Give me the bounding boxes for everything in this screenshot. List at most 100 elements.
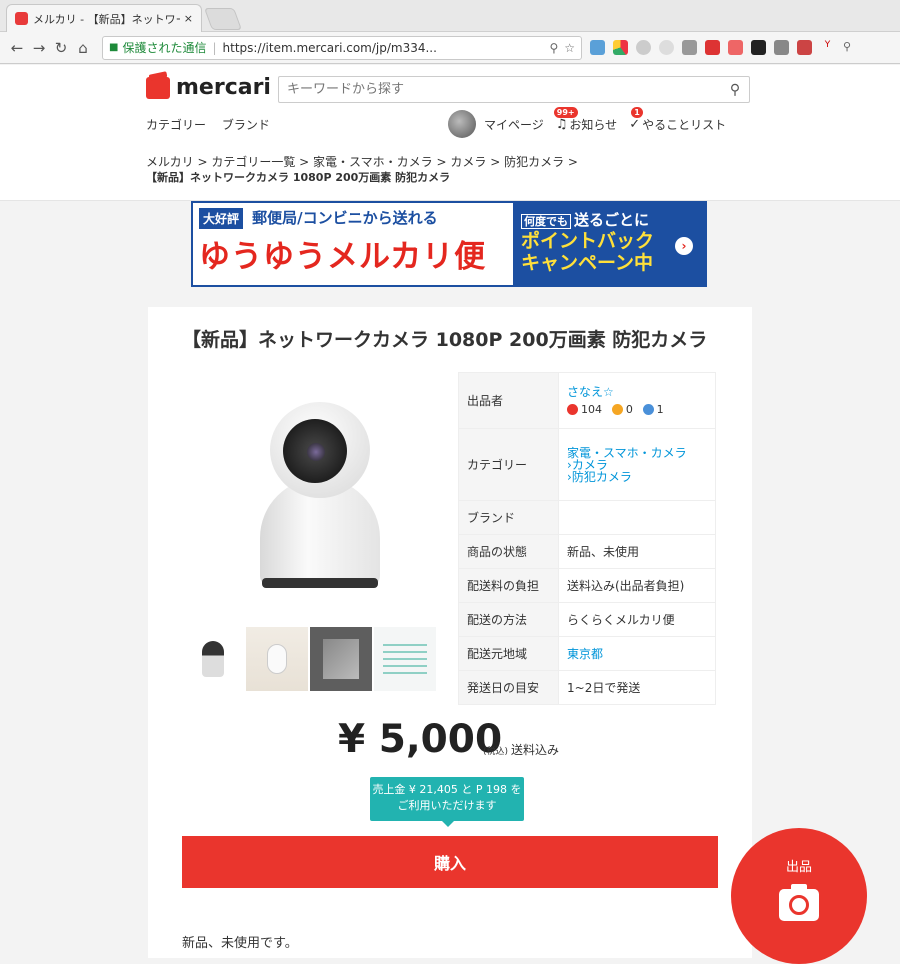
normal-rating-icon bbox=[611, 404, 623, 415]
camera-image bbox=[260, 402, 380, 592]
tax-note: (税込) 送料込み bbox=[483, 741, 559, 758]
banner-tag: 大好評 bbox=[199, 208, 244, 229]
camera-icon bbox=[779, 884, 819, 921]
extension-icon[interactable] bbox=[751, 40, 766, 55]
reload-icon[interactable]: ↻ bbox=[50, 39, 72, 57]
item-title: 【新品】ネットワークカメラ 1080P 200万画素 防犯カメラ bbox=[182, 329, 708, 351]
banner-left: 大好評 郵便局/コンビニから送れる ゆうゆうメルカリ便 bbox=[193, 203, 513, 285]
browser-tab[interactable]: メルカリ - 【新品】ネットワーク × bbox=[6, 4, 202, 32]
main-product-image[interactable] bbox=[182, 372, 458, 622]
thumbnail[interactable] bbox=[246, 627, 308, 691]
shipping-fee-value: 送料込み(出品者負担) bbox=[558, 568, 716, 603]
rating-good-count: 104 bbox=[581, 403, 602, 416]
ship-from-key: 配送元地域 bbox=[458, 636, 559, 671]
table-row: ブランド bbox=[458, 500, 716, 535]
extension-icon[interactable] bbox=[659, 40, 674, 55]
notifications-link[interactable]: ♫ 99+ お知らせ bbox=[553, 106, 618, 133]
seller-cell: さなえ☆ 104 0 1 bbox=[558, 372, 716, 429]
seller-link[interactable]: さなえ☆ bbox=[567, 383, 707, 400]
todo-link[interactable]: ✓ 1 やることリスト bbox=[629, 106, 727, 133]
tab-close-icon[interactable]: × bbox=[184, 12, 193, 25]
lock-icon: ■ bbox=[109, 42, 119, 53]
mypage-link[interactable]: マイページ bbox=[484, 116, 544, 133]
table-row: 配送料の負担 送料込み(出品者負担) bbox=[458, 568, 716, 603]
extension-icon[interactable] bbox=[613, 40, 628, 55]
item-description: 新品、未使用です。 bbox=[182, 936, 298, 951]
nav-brand[interactable]: ブランド bbox=[222, 118, 270, 132]
nav-category[interactable]: カテゴリー bbox=[146, 118, 206, 132]
shipping-method-value: らくらくメルカリ便 bbox=[558, 602, 716, 637]
secure-label: 保護された通信 bbox=[122, 41, 207, 55]
page-content: mercari ⚲ カテゴリー ブランド マイページ ♫ 99+ お知らせ ✓ … bbox=[0, 65, 900, 964]
search-extension-icon[interactable]: ⚲ bbox=[843, 40, 858, 55]
thumbnail[interactable] bbox=[310, 627, 372, 691]
breadcrumb-item[interactable]: カテゴリー一覧 bbox=[211, 155, 295, 169]
extension-icon[interactable] bbox=[636, 40, 651, 55]
ship-from-value[interactable]: 東京都 bbox=[558, 636, 716, 671]
condition-value: 新品、未使用 bbox=[558, 534, 716, 569]
sell-button[interactable]: 出品 bbox=[731, 828, 867, 964]
banner-title: ゆうゆうメルカリ便 bbox=[199, 239, 487, 275]
address-bar[interactable]: ■ 保護された通信 | https://item.mercari.com/jp/… bbox=[102, 35, 582, 60]
back-icon[interactable]: ← bbox=[6, 39, 28, 57]
extension-icon[interactable] bbox=[682, 40, 697, 55]
tab-title: メルカリ - 【新品】ネットワーク bbox=[33, 12, 180, 26]
banner-r-line3: キャンペーン中 bbox=[521, 252, 654, 274]
item-card: 【新品】ネットワークカメラ 1080P 200万画素 防犯カメラ 出品者 さなえ… bbox=[148, 307, 752, 958]
table-row: 出品者 さなえ☆ 104 0 1 bbox=[458, 372, 716, 429]
tooltip-line2: ご利用いただけます bbox=[397, 799, 497, 812]
extension-icon[interactable] bbox=[774, 40, 789, 55]
extension-icon[interactable] bbox=[590, 40, 605, 55]
thumbnail[interactable] bbox=[182, 627, 244, 691]
search-icon[interactable]: ⚲ bbox=[721, 82, 749, 98]
campaign-banner[interactable]: 大好評 郵便局/コンビニから送れる ゆうゆうメルカリ便 何度でも 送るごとに ポイ… bbox=[191, 201, 707, 287]
search-box[interactable]: ⚲ bbox=[278, 76, 750, 103]
breadcrumb-separator: > bbox=[486, 155, 505, 169]
brand-value bbox=[558, 500, 716, 535]
ship-days-key: 発送日の目安 bbox=[458, 670, 559, 705]
bad-rating-icon bbox=[642, 404, 654, 415]
breadcrumb-item[interactable]: 家電・スマホ・カメラ bbox=[313, 155, 433, 169]
home-icon[interactable]: ⌂ bbox=[72, 39, 94, 57]
breadcrumb-item[interactable]: カメラ bbox=[450, 155, 486, 169]
extension-icon[interactable] bbox=[705, 40, 720, 55]
extension-icon[interactable] bbox=[728, 40, 743, 55]
browser-tabstrip: メルカリ - 【新品】ネットワーク × bbox=[0, 0, 900, 32]
ship-days-value: 1~2日で発送 bbox=[558, 670, 716, 705]
new-tab-button[interactable] bbox=[203, 8, 243, 30]
avatar[interactable] bbox=[448, 110, 476, 138]
extension-icon[interactable] bbox=[797, 40, 812, 55]
table-row: 商品の状態 新品、未使用 bbox=[458, 534, 716, 569]
shipping-included: 送料込み bbox=[511, 743, 560, 757]
todo-label: やることリスト bbox=[642, 117, 727, 132]
tax-label: (税込) bbox=[483, 747, 509, 757]
url-text[interactable]: https://item.mercari.com/jp/m334... bbox=[223, 41, 544, 55]
zoom-icon[interactable]: ⚲ bbox=[549, 41, 558, 55]
banner-r-line2: ポイントバック bbox=[521, 230, 655, 252]
yahoo-extension-icon[interactable]: Y bbox=[820, 40, 835, 55]
breadcrumb-current: 【新品】ネットワークカメラ 1080P 200万画素 防犯カメラ bbox=[146, 171, 451, 184]
forward-icon[interactable]: → bbox=[28, 39, 50, 57]
category-link-3[interactable]: 防犯カメラ bbox=[572, 470, 632, 484]
site-header: mercari ⚲ カテゴリー ブランド マイページ ♫ 99+ お知らせ ✓ … bbox=[0, 65, 900, 201]
table-row: 発送日の目安 1~2日で発送 bbox=[458, 670, 716, 705]
bookmark-star-icon[interactable]: ☆ bbox=[564, 41, 575, 55]
notifications-label: お知らせ bbox=[569, 117, 618, 132]
banner-right: 何度でも 送るごとに ポイントバック キャンペーン中 › bbox=[513, 203, 705, 285]
category-cell: 家電・スマホ・カメラ ›カメラ ›防犯カメラ bbox=[558, 428, 716, 501]
search-input[interactable] bbox=[287, 82, 721, 97]
balance-tooltip: 売上金 ¥ 21,405 と P 198 を ご利用いただけます bbox=[370, 777, 524, 827]
breadcrumb-item[interactable]: メルカリ bbox=[146, 155, 194, 169]
category-key: カテゴリー bbox=[458, 428, 559, 501]
mercari-logo[interactable]: mercari bbox=[146, 75, 271, 100]
thumbnail[interactable] bbox=[374, 627, 436, 691]
logo-text: mercari bbox=[176, 75, 271, 100]
table-row: 配送元地域 東京都 bbox=[458, 636, 716, 671]
breadcrumb-item[interactable]: 防犯カメラ bbox=[504, 155, 564, 169]
rating-bad-count: 1 bbox=[656, 403, 664, 416]
shipping-method-key: 配送の方法 bbox=[458, 602, 559, 637]
seller-key: 出品者 bbox=[458, 372, 559, 429]
breadcrumb: メルカリ > カテゴリー一覧 > 家電・スマホ・カメラ > カメラ > 防犯カメ… bbox=[146, 155, 578, 185]
buy-button[interactable]: 購入 bbox=[182, 836, 718, 888]
todo-badge: 1 bbox=[631, 106, 643, 118]
